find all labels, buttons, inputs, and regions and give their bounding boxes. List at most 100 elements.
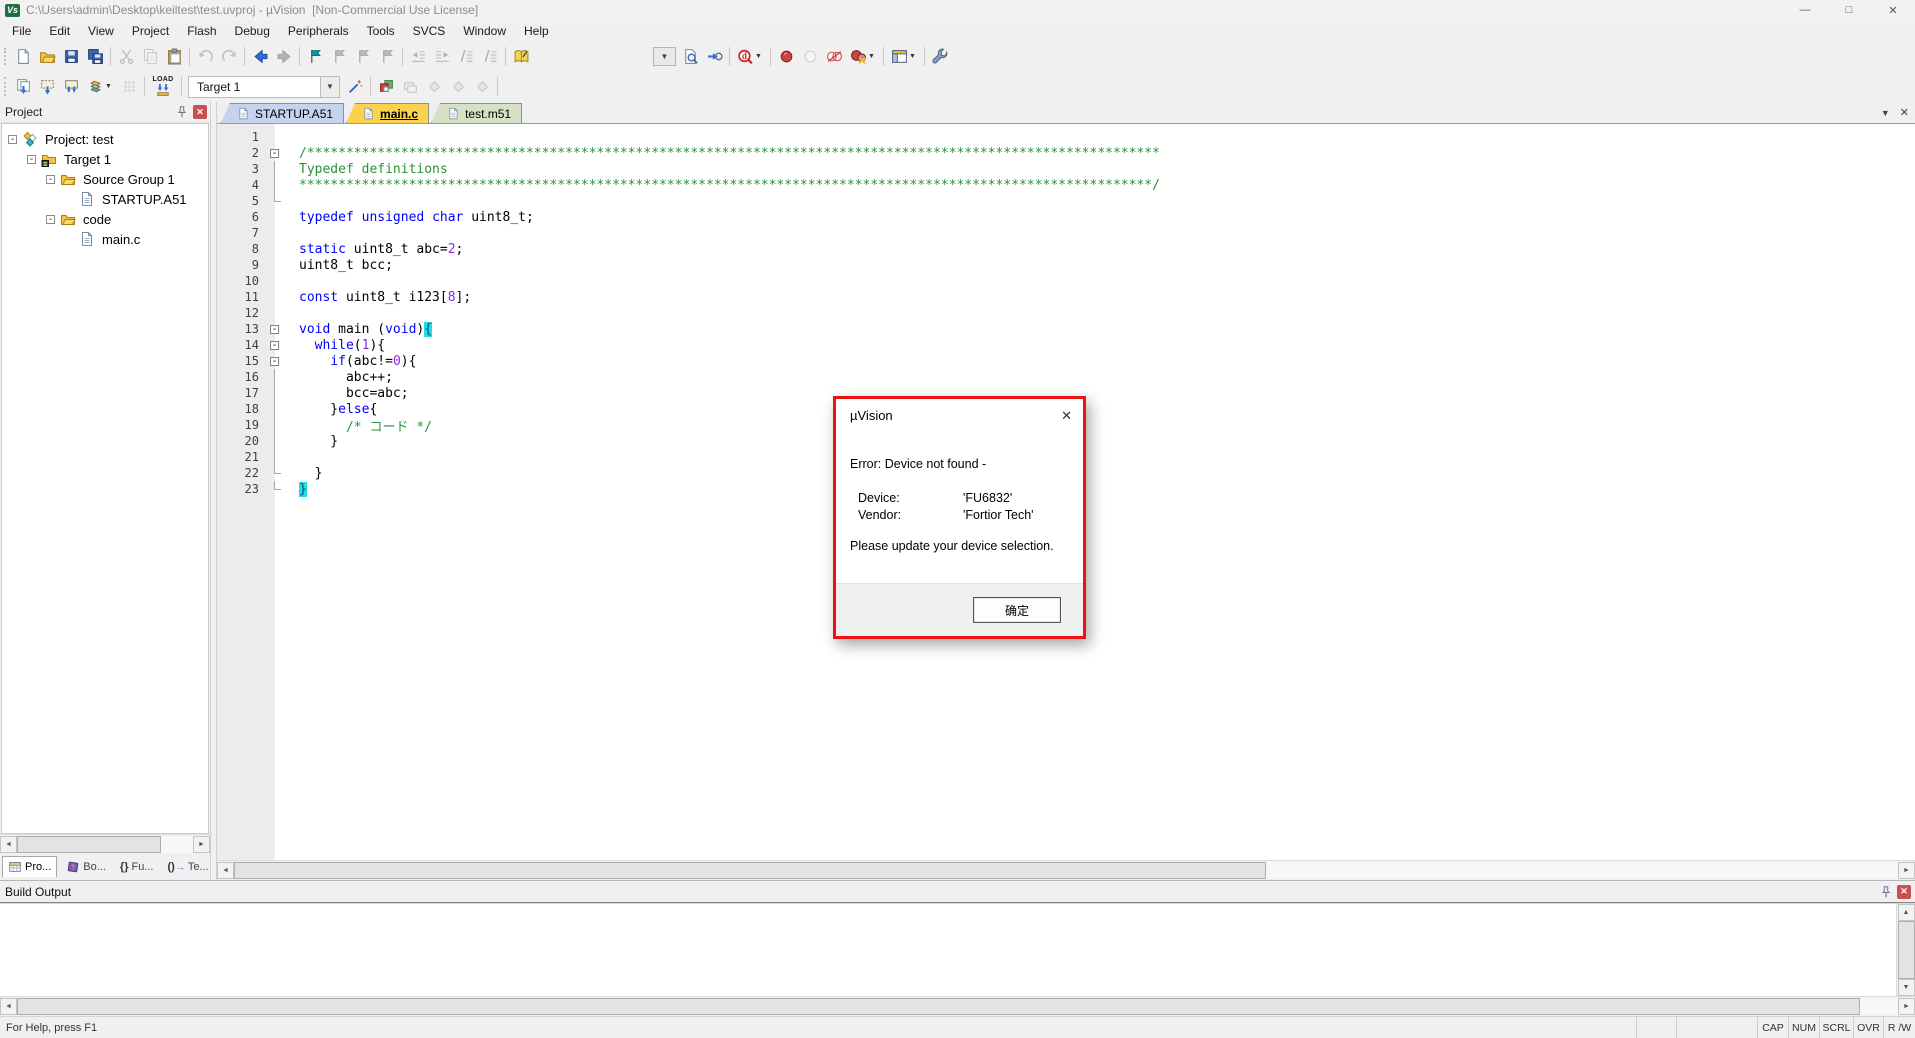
previous-bookmark-button[interactable] <box>327 45 351 69</box>
save-all-button[interactable] <box>83 45 107 69</box>
build-output-vscrollbar[interactable]: ▲ ▼ <box>1896 904 1915 996</box>
menu-tools[interactable]: Tools <box>358 21 404 41</box>
find-in-files-button[interactable] <box>678 45 702 69</box>
menu-window[interactable]: Window <box>454 21 515 41</box>
multi-project-workspace-button[interactable] <box>398 75 422 99</box>
scroll-track[interactable] <box>17 836 193 853</box>
batch-build-button[interactable]: ▼ <box>83 75 117 99</box>
build-button[interactable] <box>35 75 59 99</box>
menu-flash[interactable]: Flash <box>178 21 225 41</box>
uncomment-selection-button[interactable] <box>478 45 502 69</box>
tree-expander-icon[interactable]: - <box>46 215 55 224</box>
open-button[interactable] <box>35 45 59 69</box>
quick-search-combo[interactable]: ▼ <box>653 47 676 66</box>
undo-button[interactable] <box>193 45 217 69</box>
disable-all-breakpoints-button[interactable] <box>822 45 846 69</box>
menu-peripherals[interactable]: Peripherals <box>279 21 358 41</box>
pin-icon[interactable] <box>1879 885 1893 899</box>
menu-help[interactable]: Help <box>515 21 558 41</box>
scroll-right-icon[interactable]: ► <box>1898 862 1915 879</box>
project-hscrollbar[interactable]: ◄ ► <box>0 834 210 854</box>
editor-tab-main-c[interactable]: main.c <box>346 103 429 123</box>
configure-button[interactable] <box>928 45 952 69</box>
pin-icon[interactable] <box>175 105 189 119</box>
panel-tab-pro[interactable]: Pro... <box>2 856 57 877</box>
scroll-right-icon[interactable]: ► <box>193 836 210 853</box>
close-button[interactable]: ✕ <box>1871 0 1915 20</box>
kill-all-breakpoints-button[interactable]: ▼ <box>846 45 880 69</box>
fold-open-marker[interactable]: - <box>269 337 285 353</box>
tab-list-dropdown-icon[interactable]: ▼ <box>1881 108 1890 118</box>
tree-expander-icon[interactable]: - <box>27 155 36 164</box>
menu-edit[interactable]: Edit <box>40 21 79 41</box>
menu-view[interactable]: View <box>79 21 123 41</box>
scroll-left-icon[interactable]: ◄ <box>217 862 234 879</box>
navigate-back-button[interactable] <box>248 45 272 69</box>
software-pack-3-button[interactable] <box>470 75 494 99</box>
tree-item-target-1[interactable]: -Target 1 <box>2 149 208 169</box>
manage-project-items-button[interactable] <box>374 75 398 99</box>
tree-item-startup-a51[interactable]: STARTUP.A51 <box>2 189 208 209</box>
incremental-find-button[interactable] <box>702 45 726 69</box>
toggle-bookmark-button[interactable] <box>303 45 327 69</box>
scroll-up-icon[interactable]: ▲ <box>1898 904 1915 921</box>
target-selector-value[interactable]: Target 1 <box>188 76 320 98</box>
software-pack-1-button[interactable] <box>422 75 446 99</box>
dialog-ok-button[interactable]: 确定 <box>973 597 1061 623</box>
tree-expander-icon[interactable]: - <box>8 135 17 144</box>
scroll-down-icon[interactable]: ▼ <box>1898 979 1915 996</box>
scroll-left-icon[interactable]: ◄ <box>0 998 17 1015</box>
panel-tab-te[interactable]: ()→Te... <box>163 856 214 877</box>
rebuild-all-button[interactable] <box>59 75 83 99</box>
cut-button[interactable] <box>114 45 138 69</box>
insert-breakpoint-button[interactable] <box>774 45 798 69</box>
debug-windows-button[interactable]: ▼ <box>887 45 921 69</box>
tree-item-main-c[interactable]: main.c <box>2 229 208 249</box>
scroll-thumb[interactable] <box>17 836 161 853</box>
dialog-close-icon[interactable]: ✕ <box>1061 408 1072 424</box>
indent-button[interactable] <box>430 45 454 69</box>
tree-item-code[interactable]: -code <box>2 209 208 229</box>
scroll-left-icon[interactable]: ◄ <box>0 836 17 853</box>
save-button[interactable] <box>59 45 83 69</box>
maximize-button[interactable]: □ <box>1827 0 1871 20</box>
start-stop-debug-button[interactable]: ▼ <box>733 45 767 69</box>
scroll-thumb[interactable] <box>1898 921 1915 979</box>
download-to-flash-button[interactable]: LOAD <box>148 74 178 100</box>
stop-build-button[interactable] <box>117 75 141 99</box>
menu-svcs[interactable]: SVCS <box>404 21 455 41</box>
next-bookmark-button[interactable] <box>351 45 375 69</box>
unindent-button[interactable] <box>406 45 430 69</box>
paste-button[interactable] <box>162 45 186 69</box>
comment-selection-button[interactable] <box>454 45 478 69</box>
target-selector-dropdown-button[interactable]: ▼ <box>320 76 340 98</box>
fold-open-marker[interactable]: - <box>269 321 285 337</box>
options-for-target-button[interactable] <box>343 75 367 99</box>
menu-project[interactable]: Project <box>123 21 178 41</box>
software-pack-2-button[interactable] <box>446 75 470 99</box>
enable-breakpoint-button[interactable] <box>798 45 822 69</box>
scroll-track[interactable] <box>234 862 1898 879</box>
translate-file-button[interactable] <box>11 75 35 99</box>
scroll-thumb[interactable] <box>234 862 1266 879</box>
tab-close-icon[interactable]: ✕ <box>1900 106 1909 119</box>
function-editor-button[interactable] <box>509 45 533 69</box>
menu-debug[interactable]: Debug <box>226 21 279 41</box>
editor-tab-test-m51[interactable]: test.m51 <box>431 103 522 123</box>
copy-button[interactable] <box>138 45 162 69</box>
scroll-right-icon[interactable]: ► <box>1898 998 1915 1015</box>
redo-button[interactable] <box>217 45 241 69</box>
build-output-close-button[interactable]: ✕ <box>1897 885 1911 899</box>
panel-tab-fu[interactable]: {}Fu... <box>115 856 159 877</box>
tree-item-project-test[interactable]: -Project: test <box>2 129 208 149</box>
scroll-track[interactable] <box>17 998 1898 1015</box>
build-output-hscrollbar[interactable]: ◄ ► <box>0 996 1915 1016</box>
menu-file[interactable]: File <box>3 21 40 41</box>
clear-bookmarks-button[interactable] <box>375 45 399 69</box>
fold-open-marker[interactable]: - <box>269 353 285 369</box>
tree-expander-icon[interactable]: - <box>46 175 55 184</box>
editor-tab-startup-a51[interactable]: STARTUP.A51 <box>221 103 344 123</box>
scroll-thumb[interactable] <box>17 998 1860 1015</box>
fold-open-marker[interactable]: - <box>269 145 285 161</box>
new-file-button[interactable] <box>11 45 35 69</box>
